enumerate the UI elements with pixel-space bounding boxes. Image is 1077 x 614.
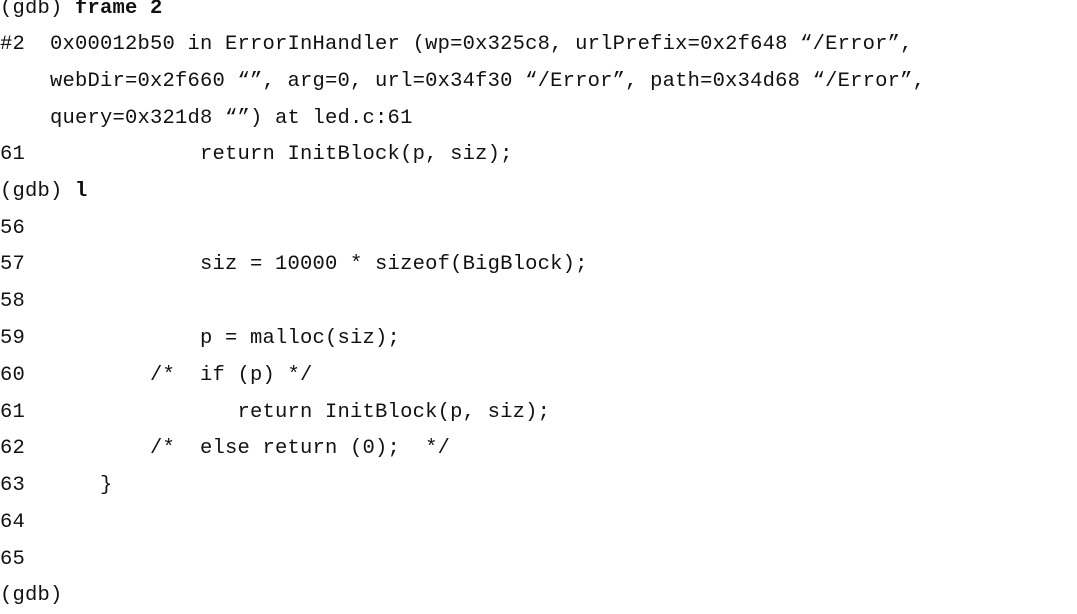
listing-line: 65	[0, 548, 26, 571]
prompt-line-frame: (gdb) frame 2	[0, 0, 163, 27]
frame-info-line-2: webDir=0x2f660 “”, arg=0, url=0x34f30 “/…	[0, 70, 926, 93]
listing-line: 64	[0, 511, 26, 534]
listing-line: 58	[0, 290, 26, 313]
command-list: l	[75, 180, 88, 203]
listing-line: 63 }	[0, 474, 113, 497]
current-source-line: 61 return InitBlock(p, siz);	[0, 143, 513, 166]
gdb-prompt: (gdb)	[0, 0, 63, 20]
final-prompt[interactable]: (gdb)	[0, 578, 63, 614]
listing-line: 62 /* else return (0); */	[0, 437, 451, 460]
gdb-prompt: (gdb)	[0, 180, 63, 203]
listing-line: 57 siz = 10000 * sizeof(BigBlock);	[0, 253, 588, 276]
gdb-terminal[interactable]: (gdb) frame 2 #2 0x00012b50 in ErrorInHa…	[0, 0, 1077, 607]
command-frame: frame 2	[75, 0, 163, 20]
listing-line: 60 /* if (p) */	[0, 364, 313, 387]
listing-line: 56	[0, 217, 26, 240]
prompt-line-list: (gdb) l	[0, 174, 88, 210]
frame-info-line-1: #2 0x00012b50 in ErrorInHandler (wp=0x32…	[0, 33, 913, 56]
listing-line: 59 p = malloc(siz);	[0, 327, 401, 350]
frame-info-line-3: query=0x321d8 “”) at led.c:61	[0, 107, 413, 130]
listing-line: 61 return InitBlock(p, siz);	[0, 401, 551, 424]
